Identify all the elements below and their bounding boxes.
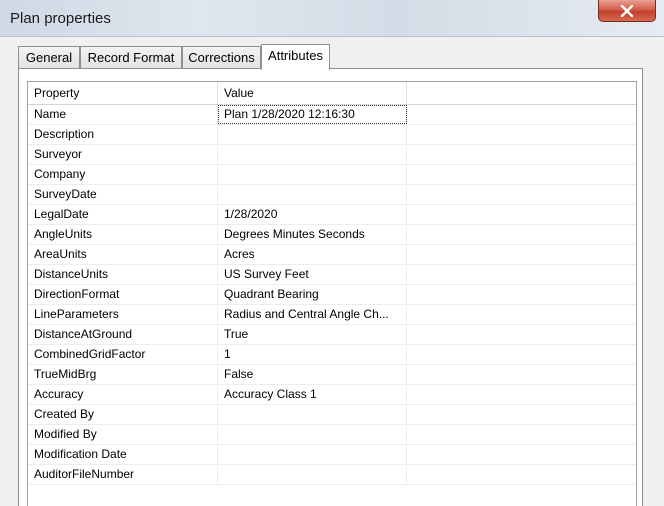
table-row[interactable]: Name Plan 1/28/2020 12:16:30 bbox=[28, 105, 636, 125]
property-cell[interactable]: Modification Date bbox=[28, 445, 218, 464]
filler-cell bbox=[407, 305, 636, 324]
value-cell[interactable] bbox=[218, 185, 407, 204]
value-cell[interactable] bbox=[218, 125, 407, 144]
value-cell[interactable]: 1/28/2020 bbox=[218, 205, 407, 224]
value-cell[interactable]: US Survey Feet bbox=[218, 265, 407, 284]
property-cell[interactable]: Accuracy bbox=[28, 385, 218, 404]
table-row[interactable]: Modified By bbox=[28, 425, 636, 445]
table-row[interactable]: Description bbox=[28, 125, 636, 145]
title-bar[interactable]: Plan properties bbox=[0, 0, 664, 37]
property-cell[interactable]: AngleUnits bbox=[28, 225, 218, 244]
property-cell[interactable]: LegalDate bbox=[28, 205, 218, 224]
column-header-filler bbox=[407, 82, 636, 104]
tab-corrections[interactable]: Corrections bbox=[182, 46, 261, 68]
filler-cell bbox=[407, 145, 636, 164]
filler-cell bbox=[407, 105, 636, 124]
property-cell[interactable]: Surveyor bbox=[28, 145, 218, 164]
table-row[interactable]: TrueMidBrg False bbox=[28, 365, 636, 385]
property-cell[interactable]: Modified By bbox=[28, 425, 218, 444]
value-cell[interactable] bbox=[218, 145, 407, 164]
close-button[interactable] bbox=[598, 0, 656, 22]
table-row[interactable]: Company bbox=[28, 165, 636, 185]
table-row[interactable]: Accuracy Accuracy Class 1 bbox=[28, 385, 636, 405]
value-cell[interactable]: True bbox=[218, 325, 407, 344]
filler-cell bbox=[407, 325, 636, 344]
table-row[interactable]: Surveyor bbox=[28, 145, 636, 165]
table-row[interactable]: DirectionFormat Quadrant Bearing bbox=[28, 285, 636, 305]
filler-cell bbox=[407, 125, 636, 144]
value-cell[interactable]: False bbox=[218, 365, 407, 384]
window-title: Plan properties bbox=[10, 10, 111, 27]
value-cell[interactable]: 1 bbox=[218, 345, 407, 364]
property-cell[interactable]: Company bbox=[28, 165, 218, 184]
property-cell[interactable]: AuditorFileNumber bbox=[28, 465, 218, 484]
filler-cell bbox=[407, 285, 636, 304]
value-cell[interactable]: Accuracy Class 1 bbox=[218, 385, 407, 404]
plan-properties-dialog: Plan properties General Record Format Co… bbox=[0, 0, 664, 506]
table-row[interactable]: SurveyDate bbox=[28, 185, 636, 205]
grid-header: Property Value bbox=[28, 82, 636, 105]
tab-record-format[interactable]: Record Format bbox=[80, 46, 182, 68]
filler-cell bbox=[407, 385, 636, 404]
attributes-grid[interactable]: Property Value Name Plan 1/28/2020 12:16:… bbox=[27, 81, 637, 506]
filler-cell bbox=[407, 165, 636, 184]
table-row[interactable]: AreaUnits Acres bbox=[28, 245, 636, 265]
tab-attributes[interactable]: Attributes bbox=[261, 44, 330, 70]
value-cell[interactable] bbox=[218, 165, 407, 184]
table-row[interactable]: DistanceUnits US Survey Feet bbox=[28, 265, 636, 285]
value-cell[interactable]: Plan 1/28/2020 12:16:30 bbox=[218, 105, 407, 124]
table-row[interactable]: AngleUnits Degrees Minutes Seconds bbox=[28, 225, 636, 245]
filler-cell bbox=[407, 345, 636, 364]
table-row[interactable]: Modification Date bbox=[28, 445, 636, 465]
property-cell[interactable]: SurveyDate bbox=[28, 185, 218, 204]
grid-rows: Name Plan 1/28/2020 12:16:30 Description Su… bbox=[28, 105, 636, 485]
value-cell[interactable]: Acres bbox=[218, 245, 407, 264]
filler-cell bbox=[407, 465, 636, 484]
filler-cell bbox=[407, 225, 636, 244]
table-row[interactable]: LineParameters Radius and Central Angle C… bbox=[28, 305, 636, 325]
attributes-tab-page: Property Value Name Plan 1/28/2020 12:16:… bbox=[18, 68, 643, 506]
filler-cell bbox=[407, 405, 636, 424]
property-cell[interactable]: Description bbox=[28, 125, 218, 144]
property-cell[interactable]: DirectionFormat bbox=[28, 285, 218, 304]
table-row[interactable]: Created By bbox=[28, 405, 636, 425]
property-cell[interactable]: AreaUnits bbox=[28, 245, 218, 264]
property-cell[interactable]: DistanceUnits bbox=[28, 265, 218, 284]
value-cell[interactable] bbox=[218, 405, 407, 424]
filler-cell bbox=[407, 425, 636, 444]
tab-general[interactable]: General bbox=[18, 46, 80, 68]
property-cell[interactable]: TrueMidBrg bbox=[28, 365, 218, 384]
column-header-property[interactable]: Property bbox=[28, 82, 218, 104]
property-cell[interactable]: Created By bbox=[28, 405, 218, 424]
close-icon bbox=[599, 0, 655, 21]
column-header-value[interactable]: Value bbox=[218, 82, 407, 104]
table-row[interactable]: AuditorFileNumber bbox=[28, 465, 636, 485]
table-row[interactable]: DistanceAtGround True bbox=[28, 325, 636, 345]
value-cell[interactable] bbox=[218, 445, 407, 464]
value-cell[interactable]: Radius and Central Angle Ch... bbox=[218, 305, 407, 324]
filler-cell bbox=[407, 265, 636, 284]
filler-cell bbox=[407, 185, 636, 204]
value-cell[interactable]: Degrees Minutes Seconds bbox=[218, 225, 407, 244]
table-row[interactable]: LegalDate 1/28/2020 bbox=[28, 205, 636, 225]
value-cell[interactable] bbox=[218, 425, 407, 444]
value-cell[interactable]: Quadrant Bearing bbox=[218, 285, 407, 304]
property-cell[interactable]: DistanceAtGround bbox=[28, 325, 218, 344]
filler-cell bbox=[407, 365, 636, 384]
table-row[interactable]: CombinedGridFactor 1 bbox=[28, 345, 636, 365]
property-cell[interactable]: Name bbox=[28, 105, 218, 124]
filler-cell bbox=[407, 445, 636, 464]
property-cell[interactable]: CombinedGridFactor bbox=[28, 345, 218, 364]
filler-cell bbox=[407, 245, 636, 264]
property-cell[interactable]: LineParameters bbox=[28, 305, 218, 324]
filler-cell bbox=[407, 205, 636, 224]
value-cell[interactable] bbox=[218, 465, 407, 484]
